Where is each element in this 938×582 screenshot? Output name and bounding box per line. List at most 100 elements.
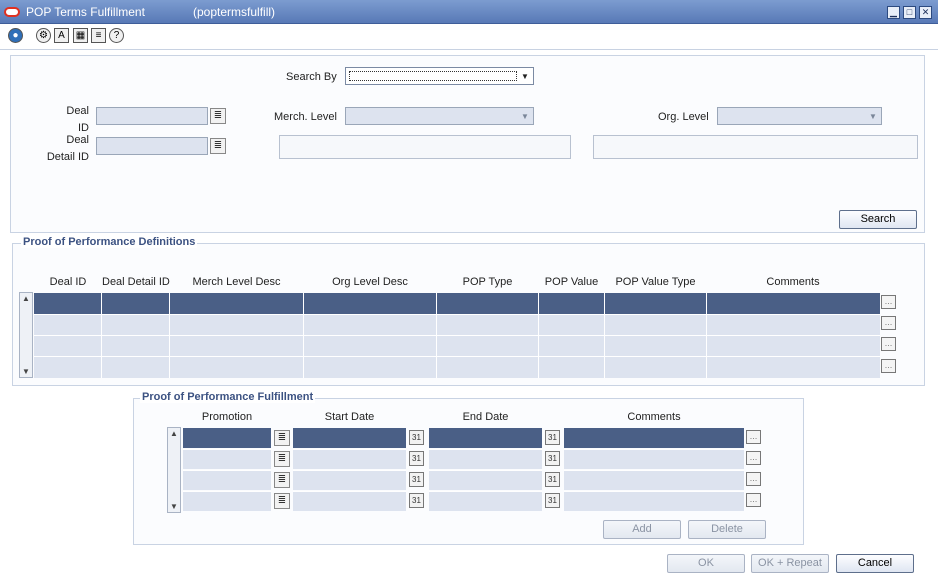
comment-icon[interactable]: … (881, 359, 896, 373)
definitions-title: Proof of Performance Definitions (21, 236, 198, 248)
comments-cell[interactable] (564, 491, 744, 511)
add-button[interactable]: Add (603, 520, 681, 539)
calendar-icon[interactable]: 31 (545, 451, 560, 466)
scroll-down-icon[interactable]: ▼ (20, 367, 32, 376)
ok-repeat-button[interactable]: OK + Repeat (751, 554, 829, 573)
col-header-merch-level-desc: Merch Level Desc (192, 276, 281, 288)
col-header-deal-id: Deal ID (49, 276, 87, 288)
comment-icon[interactable]: … (881, 337, 896, 351)
spellcheck-icon[interactable]: A (54, 28, 69, 43)
delete-button[interactable]: Delete (688, 520, 766, 539)
promotion-lov-icon[interactable]: ≣ (274, 493, 290, 509)
calendar-icon[interactable]: 31 (545, 472, 560, 487)
org-level-desc-field (593, 135, 918, 159)
deal-detail-id-label: Deal Detail ID (46, 134, 89, 163)
globe-icon[interactable]: ● (8, 28, 23, 43)
chevron-down-icon: ▼ (869, 112, 877, 121)
scroll-up-icon[interactable]: ▲ (168, 429, 180, 438)
col-header-comments: Comments (766, 276, 820, 288)
col-header-deal-detail-id: Deal Detail ID (102, 276, 170, 288)
comments-cell[interactable] (564, 428, 744, 448)
column-divider (436, 293, 437, 378)
scroll-down-icon[interactable]: ▼ (168, 502, 180, 511)
close-icon[interactable]: ✕ (919, 6, 932, 19)
table-row[interactable] (34, 293, 880, 314)
column-divider (101, 293, 102, 378)
merch-level-dropdown[interactable]: ▼ (345, 107, 534, 125)
title-bar: POP Terms Fulfillment (poptermsfulfill) … (0, 0, 938, 24)
col-header-comments: Comments (627, 411, 681, 423)
promotion-cell[interactable] (183, 491, 271, 511)
calendar-icon[interactable]: 31 (409, 451, 424, 466)
table-row[interactable] (34, 335, 880, 356)
promotion-lov-icon[interactable]: ≣ (274, 472, 290, 488)
search-by-dropdown[interactable]: ▼ (345, 67, 534, 85)
options-icon[interactable]: ⚙ (36, 28, 51, 43)
promotion-lov-icon[interactable]: ≣ (274, 451, 290, 467)
definitions-table (34, 293, 880, 378)
table-row[interactable] (34, 356, 880, 378)
start-date-cell[interactable] (293, 428, 406, 448)
column-divider (706, 293, 707, 378)
oracle-logo-icon (4, 7, 20, 17)
fulfillment-panel: Proof of Performance Fulfillment Promoti… (133, 391, 804, 545)
search-by-value (349, 71, 517, 81)
org-level-dropdown[interactable]: ▼ (717, 107, 882, 125)
deal-id-field[interactable] (96, 107, 208, 125)
definitions-panel: Proof of Performance Definitions Deal ID… (12, 236, 925, 386)
comment-icon[interactable]: … (746, 472, 761, 486)
minimize-icon[interactable]: ▁ (887, 6, 900, 19)
ok-button[interactable]: OK (667, 554, 745, 573)
col-header-pop-type: POP Type (462, 276, 513, 288)
search-by-label: Search By (286, 71, 337, 83)
scroll-up-icon[interactable]: ▲ (20, 294, 32, 303)
maximize-icon[interactable]: □ (903, 6, 916, 19)
fulfillment-scrollbar[interactable]: ▲ ▼ (167, 427, 181, 513)
col-header-pop-value-type: POP Value Type (615, 276, 696, 288)
window-title: POP Terms Fulfillment (26, 5, 145, 19)
start-date-cell[interactable] (293, 449, 406, 469)
comment-icon[interactable]: … (746, 430, 761, 444)
deal-detail-id-field[interactable] (96, 137, 208, 155)
fulfillment-title: Proof of Performance Fulfillment (140, 391, 316, 403)
col-header-start-date: Start Date (324, 411, 375, 423)
comment-icon[interactable]: … (881, 295, 896, 309)
cancel-button[interactable]: Cancel (836, 554, 914, 573)
chevron-down-icon: ▼ (521, 112, 529, 121)
comment-icon[interactable]: … (746, 493, 761, 507)
promotion-cell[interactable] (183, 428, 271, 448)
definitions-scrollbar[interactable]: ▲ ▼ (19, 292, 33, 378)
calendar-icon[interactable]: 31 (409, 472, 424, 487)
end-date-cell[interactable] (429, 449, 542, 469)
comments-cell[interactable] (564, 449, 744, 469)
calendar-icon[interactable]: 31 (409, 430, 424, 445)
help-icon[interactable]: ? (109, 28, 124, 43)
column-divider (303, 293, 304, 378)
deal-id-lov-icon[interactable]: ≣ (210, 108, 226, 124)
calendar-icon[interactable]: 31 (545, 493, 560, 508)
toolbar: ● ⚙ A ▦ ≡ ? (0, 24, 938, 50)
end-date-cell[interactable] (429, 470, 542, 490)
comment-icon[interactable]: … (881, 316, 896, 330)
chevron-down-icon: ▼ (521, 72, 529, 81)
promotion-cell[interactable] (183, 470, 271, 490)
notes-icon[interactable]: ≡ (91, 28, 106, 43)
start-date-cell[interactable] (293, 491, 406, 511)
comments-cell[interactable] (564, 470, 744, 490)
promotion-cell[interactable] (183, 449, 271, 469)
promotion-lov-icon[interactable]: ≣ (274, 430, 290, 446)
search-button[interactable]: Search (839, 210, 917, 229)
end-date-cell[interactable] (429, 491, 542, 511)
calendar-icon[interactable]: 31 (409, 493, 424, 508)
comment-icon[interactable]: … (746, 451, 761, 465)
column-divider (604, 293, 605, 378)
calendar-icon[interactable]: 31 (545, 430, 560, 445)
calendar-icon[interactable]: ▦ (73, 28, 88, 43)
end-date-cell[interactable] (429, 428, 542, 448)
search-panel: Search By ▼ Deal ID ≣ Deal Detail ID ≣ M… (10, 55, 925, 233)
col-header-promotion: Promotion (201, 411, 253, 423)
deal-detail-id-lov-icon[interactable]: ≣ (210, 138, 226, 154)
form-id: (poptermsfulfill) (193, 5, 276, 19)
start-date-cell[interactable] (293, 470, 406, 490)
table-row[interactable] (34, 314, 880, 335)
